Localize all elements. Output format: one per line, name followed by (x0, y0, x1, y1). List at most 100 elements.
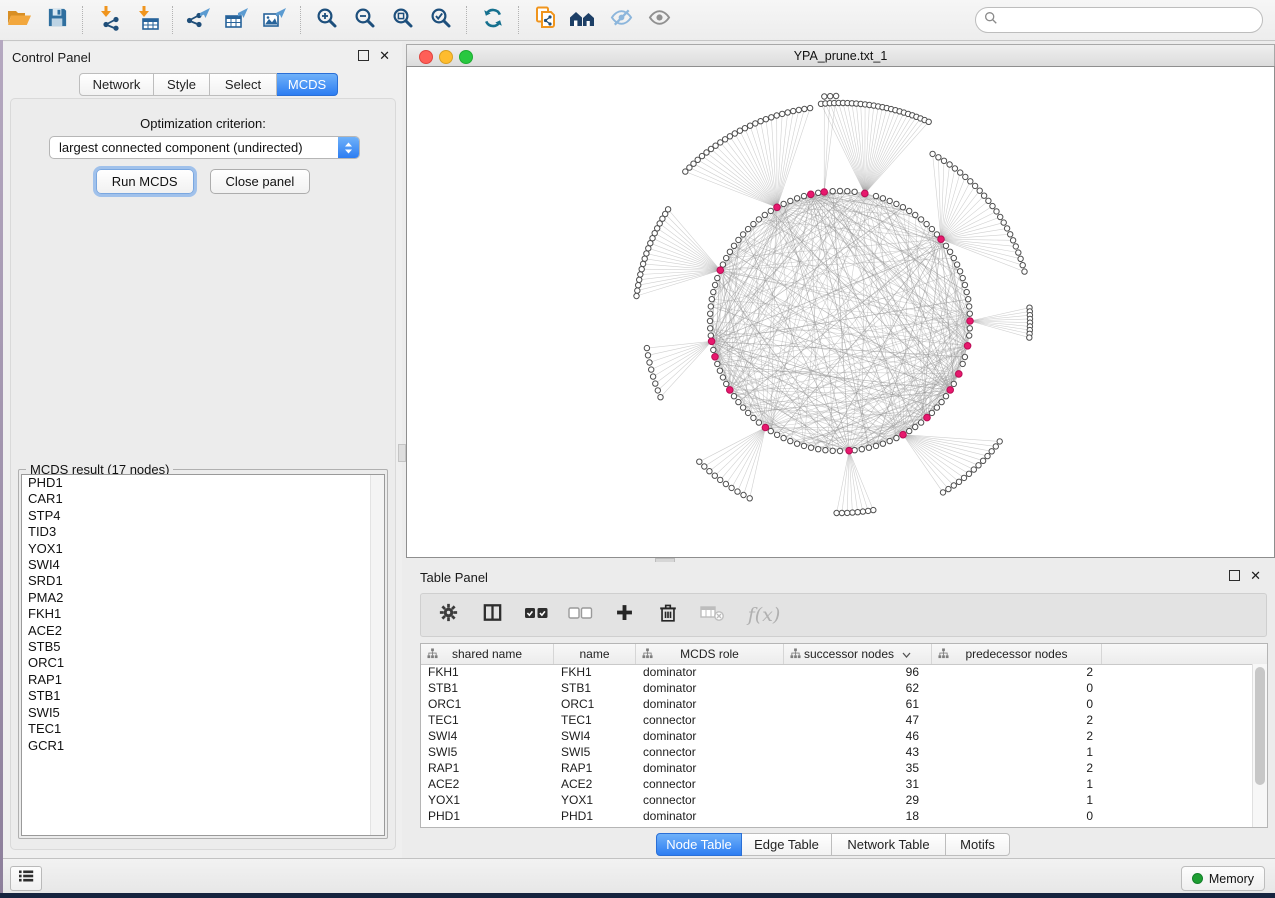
tab-node-table[interactable]: Node Table (656, 833, 742, 856)
tab-style[interactable]: Style (154, 73, 210, 96)
table-row[interactable]: YOX1YOX1connector291 (421, 792, 1253, 808)
mcds-result-item[interactable]: YOX1 (22, 541, 384, 557)
network-title: YPA_prune.txt_1 (407, 49, 1274, 63)
run-mcds-button[interactable]: Run MCDS (96, 169, 194, 194)
float-panel-icon[interactable] (358, 50, 369, 61)
add-column-button[interactable] (609, 599, 639, 631)
column-header-successor-nodes[interactable]: successor nodes (784, 644, 932, 664)
desktop-edge (0, 40, 3, 893)
mcds-result-item[interactable]: RAP1 (22, 672, 384, 688)
table-cell: 2 (932, 713, 1102, 727)
save-session-button[interactable] (38, 3, 76, 37)
tab-edge-table[interactable]: Edge Table (742, 833, 832, 856)
tab-network-table[interactable]: Network Table (832, 833, 946, 856)
mcds-list-scrollbar[interactable] (370, 475, 384, 835)
table-row[interactable]: ORC1ORC1dominator610 (421, 696, 1253, 712)
table-row[interactable]: ACE2ACE2connector311 (421, 776, 1253, 792)
mcds-result-item[interactable]: STP4 (22, 508, 384, 524)
close-panel-icon[interactable]: ✕ (1250, 571, 1261, 580)
vertical-splitter-handle[interactable] (398, 444, 406, 462)
close-panel-icon[interactable]: ✕ (379, 51, 390, 60)
mcds-result-item[interactable]: FKH1 (22, 606, 384, 622)
mcds-result-item[interactable]: CAR1 (22, 491, 384, 507)
table-row[interactable]: FKH1FKH1dominator962 (421, 664, 1253, 680)
table-row[interactable]: RAP1RAP1dominator352 (421, 760, 1253, 776)
mcds-result-item[interactable]: ORC1 (22, 655, 384, 671)
network-graph[interactable] (407, 67, 1274, 557)
mcds-result-item[interactable]: PHD1 (22, 475, 384, 491)
mcds-result-item[interactable]: TID3 (22, 524, 384, 540)
toolbar-separator (466, 6, 468, 34)
export-network-button[interactable] (180, 3, 218, 37)
task-history-button[interactable] (10, 866, 42, 891)
table-scrollbar[interactable] (1252, 664, 1267, 827)
mcds-result-item[interactable]: STB5 (22, 639, 384, 655)
column-header-mcds-role[interactable]: MCDS role (636, 644, 784, 664)
table-cell: connector (636, 713, 784, 727)
search-input[interactable] (1002, 12, 1254, 28)
mcds-result-item[interactable]: SWI5 (22, 705, 384, 721)
mcds-result-item[interactable]: TEC1 (22, 721, 384, 737)
table-cell: 1 (932, 777, 1102, 791)
table-cell: connector (636, 793, 784, 807)
table-row[interactable]: PHD1PHD1dominator180 (421, 808, 1253, 824)
houses-icon (569, 7, 597, 34)
float-panel-icon[interactable] (1229, 570, 1240, 581)
column-header-name[interactable]: name (554, 644, 636, 664)
table-cell: RAP1 (421, 761, 554, 775)
tab-motifs[interactable]: Motifs (946, 833, 1010, 856)
delete-table-icon (700, 602, 725, 628)
zoom-out-button[interactable] (346, 3, 384, 37)
network-canvas[interactable] (406, 66, 1275, 558)
mcds-result-item[interactable]: SRD1 (22, 573, 384, 589)
memory-button[interactable]: Memory (1181, 866, 1265, 891)
select-all-button[interactable] (521, 599, 551, 631)
control-panel: Control Panel ✕ Network Style Select MCD… (3, 42, 402, 858)
table-row[interactable]: SWI4SWI4dominator462 (421, 728, 1253, 744)
deselect-all-button[interactable] (565, 599, 595, 631)
mcds-result-item[interactable]: SWI4 (22, 557, 384, 573)
mcds-result-item[interactable]: STB1 (22, 688, 384, 704)
zoom-fit-button[interactable] (384, 3, 422, 37)
column-header-filler (1102, 644, 1267, 664)
node-table: shared name name MCDS role successor nod… (420, 643, 1268, 828)
table-row[interactable]: TEC1TEC1connector472 (421, 712, 1253, 728)
column-header-predecessor-nodes[interactable]: predecessor nodes (932, 644, 1102, 664)
mcds-result-item[interactable]: ACE2 (22, 623, 384, 639)
zoom-selected-button[interactable] (422, 3, 460, 37)
table-row[interactable]: SWI5SWI5connector431 (421, 744, 1253, 760)
checked-boxes-icon (524, 603, 549, 628)
open-file-button[interactable] (0, 3, 38, 37)
table-cell: 29 (784, 793, 932, 807)
show-all-button[interactable] (640, 3, 678, 37)
duplicate-network-button[interactable] (526, 3, 564, 37)
refresh-button[interactable] (474, 3, 512, 37)
column-header-shared-name[interactable]: shared name (421, 644, 554, 664)
tab-network[interactable]: Network (79, 73, 154, 96)
table-panel: Table Panel ✕ f(x) (406, 562, 1275, 858)
eye-slash-icon (609, 6, 634, 34)
show-column-panel-button[interactable] (477, 599, 507, 631)
table-row[interactable]: STB1STB1dominator620 (421, 680, 1253, 696)
close-panel-button[interactable]: Close panel (210, 169, 311, 194)
control-panel-title: Control Panel (12, 50, 91, 65)
mcds-result-item[interactable]: PMA2 (22, 590, 384, 606)
table-cell: 18 (784, 809, 932, 823)
import-table-button[interactable] (128, 3, 166, 37)
mcds-result-item[interactable]: GCR1 (22, 738, 384, 754)
hide-selected-button[interactable] (602, 3, 640, 37)
zoom-in-button[interactable] (308, 3, 346, 37)
table-cell: 62 (784, 681, 932, 695)
network-titlebar[interactable]: YPA_prune.txt_1 (406, 44, 1275, 66)
tab-select[interactable]: Select (210, 73, 277, 96)
first-neighbors-button[interactable] (564, 3, 602, 37)
import-table-icon (134, 5, 160, 36)
table-scrollbar-thumb[interactable] (1255, 667, 1265, 785)
export-image-button[interactable] (256, 3, 294, 37)
import-network-button[interactable] (90, 3, 128, 37)
export-table-button[interactable] (218, 3, 256, 37)
delete-column-button[interactable] (653, 599, 683, 631)
tab-mcds[interactable]: MCDS (277, 73, 338, 96)
optimization-criterion-dropdown[interactable]: largest connected component (undirected) (49, 136, 360, 159)
table-settings-button[interactable] (433, 599, 463, 631)
